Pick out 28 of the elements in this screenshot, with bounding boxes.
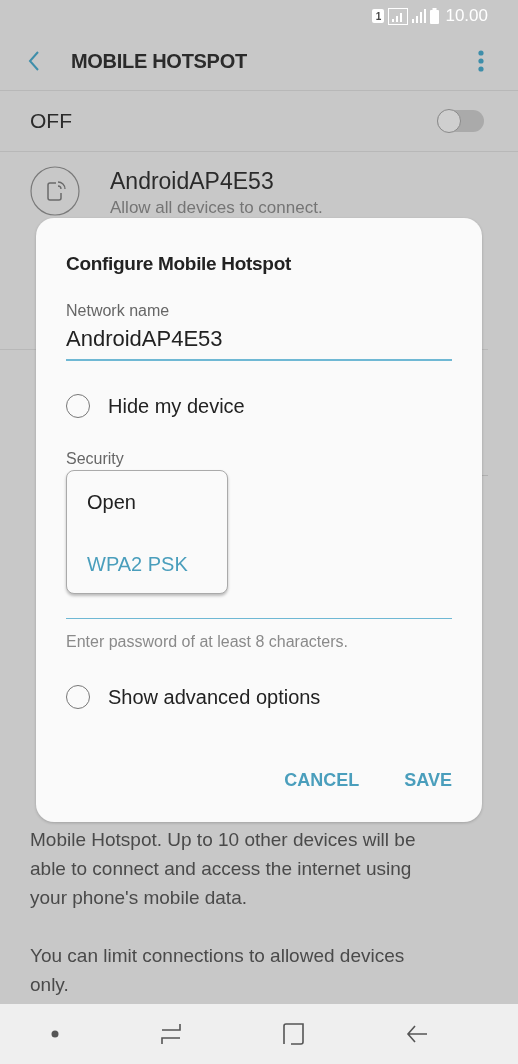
option-label: Show advanced options	[108, 685, 321, 709]
dialog-button[interactable]: SAVE	[404, 768, 452, 792]
back-icon[interactable]	[405, 1023, 428, 1045]
signal-icon	[388, 7, 409, 25]
home-icon[interactable]	[282, 1023, 305, 1045]
password-hint: Enter password of at least 8 characters.	[66, 632, 348, 652]
screen-title: MOBILE HOTSPOT	[71, 49, 248, 73]
more-options-icon[interactable]	[478, 50, 484, 72]
dot-icon[interactable]	[50, 1030, 59, 1038]
toggle-switch[interactable]	[437, 110, 484, 132]
sim-icon: 1	[372, 9, 385, 23]
field-label: Network name	[66, 301, 170, 321]
network-name: AndroidAP4E53	[110, 168, 275, 195]
network-name-field[interactable]: AndroidAP4E53	[66, 326, 452, 361]
option-label: Hide my device	[108, 394, 245, 418]
dialog-title: Configure Mobile Hotspot	[66, 252, 291, 276]
signal-icon	[412, 9, 427, 23]
network-subtitle: Allow all devices to connect.	[110, 198, 323, 218]
switch-label: OFF	[30, 109, 72, 133]
menu-item[interactable]: WPA2 PSK	[67, 533, 227, 595]
hotspot-device-icon	[30, 166, 80, 216]
field-label: Security	[66, 449, 124, 469]
menu-item[interactable]: Open	[67, 471, 227, 533]
recent-apps-icon[interactable]	[159, 1023, 182, 1045]
description-text: Mobile Hotspot. Up to 10 other devices will be able to connect and access the internet using your phone's mobile data.	[30, 828, 417, 910]
dialog-button[interactable]: CANCEL	[284, 768, 360, 792]
battery-icon	[430, 8, 440, 24]
description-text: You can limit connections to allowed devices only.	[30, 944, 406, 997]
